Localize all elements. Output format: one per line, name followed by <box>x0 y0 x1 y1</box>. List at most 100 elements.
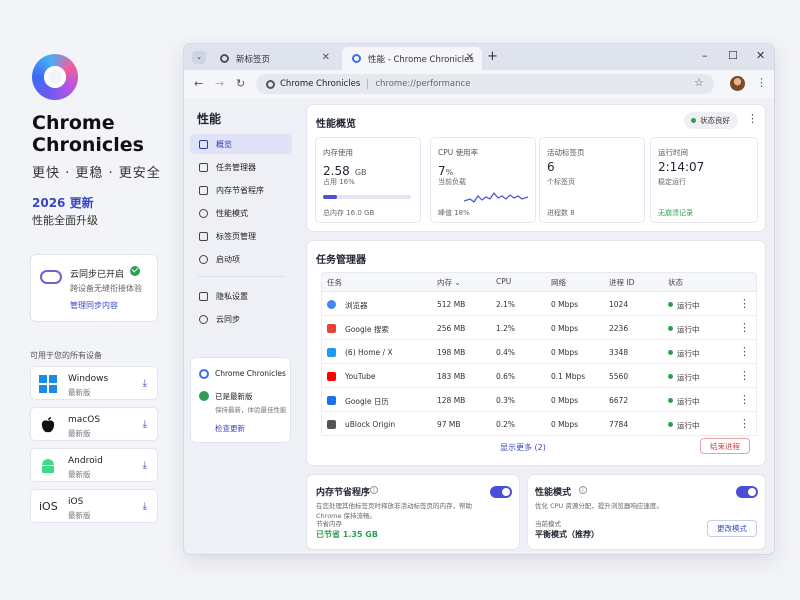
device-name: macOS <box>68 415 101 425</box>
row-more-options-icon[interactable]: ⋮ <box>739 393 750 406</box>
check-icon <box>199 391 209 401</box>
sidebar-item-cloud-sync[interactable]: 云同步 <box>190 309 292 329</box>
tab-new-tab[interactable]: 新标签页 ✕ <box>210 47 338 70</box>
stat-label: 运行时间 <box>658 148 688 157</box>
device-card-ios[interactable]: iOS iOS 最新版 ⤓ <box>30 489 158 523</box>
sidebar-item-overview[interactable]: 概览 <box>190 134 292 154</box>
row-more-options-icon[interactable]: ⋮ <box>739 321 750 334</box>
check-updates-link[interactable]: 检查更新 <box>215 423 245 434</box>
memory-cell: 256 MB <box>437 324 466 333</box>
column-header-cpu[interactable]: CPU <box>496 277 511 286</box>
update-year: 2026 更新 <box>32 196 94 210</box>
memory-saver-toggle[interactable] <box>490 486 512 498</box>
column-header-task[interactable]: 任务 <box>327 277 342 288</box>
tab-label: 性能 - Chrome Chronicles <box>368 54 474 65</box>
column-header-memory[interactable]: 内存 ⌄ <box>437 277 461 288</box>
calendar-icon <box>327 396 336 405</box>
puzzle-icon <box>327 420 336 429</box>
row-more-options-icon[interactable]: ⋮ <box>739 417 750 430</box>
sidebar-item-privacy[interactable]: 隐私设置 <box>190 286 292 306</box>
maximize-button[interactable]: ☐ <box>728 49 738 62</box>
info-icon[interactable]: i <box>370 486 378 494</box>
cpu-cell: 0.3% <box>496 396 516 405</box>
task-name: Google 日历 <box>345 397 389 406</box>
gauge-icon <box>199 208 208 218</box>
sidebar-item-memory-saver[interactable]: 内存节省程序 <box>190 180 292 200</box>
show-more-link[interactable]: 显示更多 (2) <box>500 442 546 453</box>
chrome-icon <box>266 79 275 89</box>
bookmark-star-icon[interactable]: ☆ <box>694 76 704 89</box>
device-name: iOS <box>68 497 84 507</box>
sidebar-item-task-manager[interactable]: 任务管理器 <box>190 157 292 177</box>
manage-sync-link[interactable]: 管理同步内容 <box>70 300 118 311</box>
device-name: Windows <box>68 374 109 384</box>
device-card-android[interactable]: Android 最新版 ⤓ <box>30 448 158 482</box>
task-name: 浏览器 <box>345 301 368 310</box>
row-more-options-icon[interactable]: ⋮ <box>739 369 750 382</box>
tab-search-chevron-icon[interactable]: ⌄ <box>192 51 206 64</box>
sidebar-item-tab-management[interactable]: 标签页管理 <box>190 226 292 246</box>
stat-footer: 进程数 8 <box>547 209 575 217</box>
close-tab-icon[interactable]: ✕ <box>322 52 330 63</box>
column-header-status[interactable]: 状态 <box>668 277 683 288</box>
row-more-options-icon[interactable]: ⋮ <box>739 345 750 358</box>
back-arrow-icon[interactable]: ← <box>194 77 203 90</box>
cloud-icon <box>40 270 62 284</box>
download-icon[interactable]: ⤓ <box>143 378 147 389</box>
column-header-pid[interactable]: 进程 ID <box>609 277 634 288</box>
sidebar-item-performance-mode[interactable]: 性能模式 <box>190 203 292 223</box>
memory-cell: 128 MB <box>437 396 466 405</box>
stat-label: 内存使用 <box>323 148 353 157</box>
device-version: 最新版 <box>68 511 91 520</box>
end-process-button[interactable]: 结束进程 <box>700 438 750 454</box>
update-card-title: Chrome Chronicles <box>215 369 286 378</box>
new-tab-button[interactable]: + <box>487 49 498 64</box>
download-icon[interactable]: ⤓ <box>143 501 147 512</box>
minimize-button[interactable]: – <box>702 49 708 62</box>
cpu-cell: 0.2% <box>496 420 516 429</box>
overview-title: 性能概览 <box>316 119 356 130</box>
tabs-icon <box>199 231 208 241</box>
reload-icon[interactable]: ↻ <box>236 77 245 90</box>
stat-value: 2.58 <box>323 164 350 178</box>
stat-value: 2:14:07 <box>658 160 705 174</box>
close-window-button[interactable]: ✕ <box>756 49 765 62</box>
saved-value: 已节省 1.35 GB <box>316 530 378 539</box>
row-more-options-icon[interactable]: ⋮ <box>739 297 750 310</box>
column-header-network[interactable]: 网络 <box>551 277 566 288</box>
device-card-macos[interactable]: macOS 最新版 ⤓ <box>30 407 158 441</box>
performance-mode-description: 优化 CPU 资源分配，提升浏览器响应速度。 <box>535 502 663 510</box>
download-icon[interactable]: ⤓ <box>143 419 147 430</box>
stat-footer: 总内存 16.0 GB <box>323 209 375 217</box>
download-icon[interactable]: ⤓ <box>143 460 147 471</box>
device-card-windows[interactable]: Windows 最新版 ⤓ <box>30 366 158 400</box>
menu-icon[interactable]: ⋮ <box>756 76 767 89</box>
sidebar-item-startup[interactable]: 启动项 <box>190 249 292 269</box>
sidebar-item-label: 云同步 <box>216 314 240 324</box>
status-cell: 运行中 <box>677 373 700 382</box>
sidebar-item-label: 隐私设置 <box>216 291 248 301</box>
more-options-icon[interactable]: ⋮ <box>747 112 758 125</box>
network-cell: 0 Mbps <box>551 300 579 309</box>
chrome-icon <box>327 300 336 309</box>
avatar[interactable] <box>730 76 745 91</box>
cpu-cell: 0.6% <box>496 372 516 381</box>
performance-mode-toggle[interactable] <box>736 486 758 498</box>
power-icon <box>199 254 208 264</box>
sidebar-title: 性能 <box>197 112 222 126</box>
check-icon <box>130 266 140 276</box>
status-dot <box>668 350 673 355</box>
task-name: Google 搜索 <box>345 325 389 334</box>
address-bar[interactable]: Chrome Chronicles chrome://performance <box>256 74 714 94</box>
tab-performance[interactable]: 性能 - Chrome Chronicles ✕ <box>342 47 482 70</box>
change-mode-button[interactable]: 更改模式 <box>707 520 757 537</box>
url-text: chrome://performance <box>375 79 471 89</box>
close-tab-icon[interactable]: ✕ <box>466 52 474 63</box>
memory-cell: 97 MB <box>437 420 461 429</box>
stat-unit: GB <box>354 168 367 177</box>
info-icon[interactable]: i <box>579 486 587 494</box>
forward-arrow-icon[interactable]: → <box>215 77 224 90</box>
memory-saver-title: 内存节省程序 <box>316 488 371 498</box>
stat-sub: 当前负载 <box>438 178 466 186</box>
memory-progress-fill <box>323 195 338 199</box>
